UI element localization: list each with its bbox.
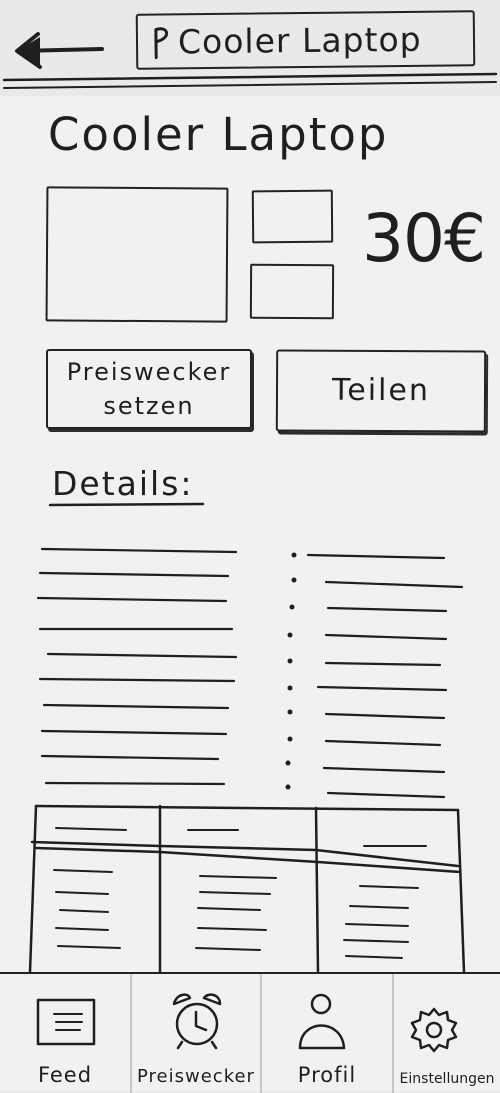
gear-icon [410,1007,458,1053]
detail-values [306,553,464,799]
price-alert-label-line1: Preiswecker [66,358,232,386]
share-button[interactable]: Teilen [275,349,487,433]
nav-item-preiswecker[interactable]: Preiswecker [132,974,260,1093]
detail-separators [285,552,297,790]
details-list [36,547,464,799]
feed-icon [36,998,96,1046]
bottom-nav: Feed Preiswecker Profil Einstellungen [0,972,500,1093]
nav-label-einstellungen: Einstellungen [399,1071,495,1087]
nav-label-feed: Feed [37,1063,93,1087]
share-label: Teilen [331,372,430,409]
search-value: Cooler Laptop [177,19,422,61]
main-product-image[interactable] [45,186,229,323]
details-heading: Details: [52,464,194,503]
price-alert-label-line2: setzen [103,392,195,420]
nav-item-profil[interactable]: Profil [262,974,392,1093]
search-input[interactable]: Cooler Laptop [135,10,476,70]
detail-keys [36,547,238,786]
product-title: Cooler Laptop [48,108,389,161]
search-icon [154,27,169,60]
nav-label-preiswecker: Preiswecker [137,1066,255,1087]
set-price-alert-button[interactable]: Preiswecker setzen [46,349,252,429]
product-price: 30€ [362,200,486,277]
details-table [28,804,466,974]
person-icon [298,993,346,1050]
alarm-clock-icon [172,993,222,1050]
nav-item-einstellungen[interactable]: Einstellungen [394,974,500,1093]
nav-item-feed[interactable]: Feed [0,974,130,1093]
thumbnail-image-2[interactable] [249,263,335,320]
screen: Cooler Laptop Cooler Laptop 30€ Preiswec… [0,0,500,1093]
top-bar: Cooler Laptop [0,0,500,96]
table-body-lines [53,869,419,959]
top-bar-divider [2,72,498,89]
details-underline [48,502,205,507]
nav-label-profil: Profil [297,1063,357,1087]
thumbnail-image-1[interactable] [251,189,334,244]
